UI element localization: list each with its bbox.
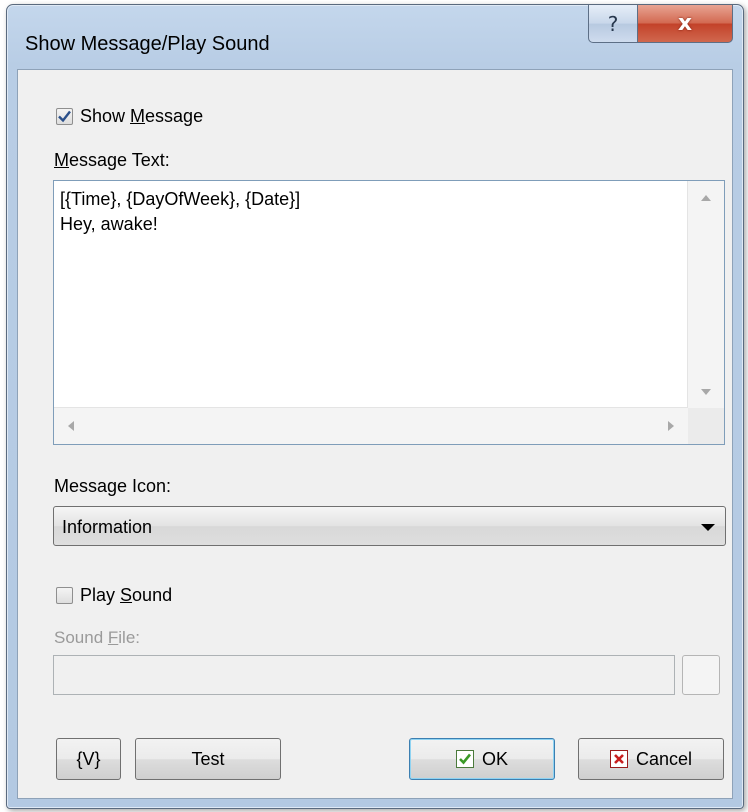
test-button[interactable]: Test [135, 738, 281, 780]
message-text-area[interactable]: [{Time}, {DayOfWeek}, {Date}] Hey, awake! [53, 180, 725, 445]
play-sound-label[interactable]: Play Sound [80, 585, 172, 606]
help-icon: ? [607, 11, 619, 36]
red-x-icon [609, 750, 628, 768]
dropdown-arrow-icon [701, 524, 715, 531]
ok-button[interactable]: OK [409, 738, 555, 780]
show-message-label[interactable]: Show Message [80, 106, 203, 127]
vertical-scrollbar[interactable] [687, 181, 724, 409]
message-text-label: Message Text: [54, 150, 170, 170]
close-button[interactable]: x [637, 5, 733, 43]
play-sound-checkbox[interactable] [56, 587, 73, 604]
browse-sound-button [682, 655, 720, 695]
show-message-checkbox[interactable] [56, 108, 73, 125]
scroll-right-icon[interactable] [668, 421, 674, 431]
variables-button[interactable]: {V} [56, 738, 121, 780]
scroll-up-icon[interactable] [701, 195, 711, 201]
message-text-value: [{Time}, {DayOfWeek}, {Date}] Hey, awake! [60, 189, 301, 234]
message-icon-selected: Information [62, 517, 153, 537]
dialog-window: Show Message/Play Sound ? x Show Message… [6, 4, 744, 809]
sound-file-input [53, 655, 675, 695]
message-icon-label: Message Icon: [54, 476, 172, 496]
scroll-left-icon[interactable] [68, 421, 74, 431]
help-button[interactable]: ? [588, 5, 638, 43]
scrollbar-corner [688, 408, 724, 444]
message-icon-select[interactable]: Information [53, 506, 726, 546]
cancel-button[interactable]: Cancel [578, 738, 724, 780]
sound-file-label: Sound File: [54, 628, 141, 647]
dialog-body: Show Message Message Text: [{Time}, {Day… [17, 69, 733, 799]
checkmark-icon [58, 110, 71, 123]
window-title: Show Message/Play Sound [25, 33, 270, 55]
scroll-down-icon[interactable] [701, 389, 711, 395]
green-check-icon [455, 750, 474, 768]
close-icon: x [677, 11, 693, 36]
horizontal-scrollbar[interactable] [54, 407, 688, 444]
